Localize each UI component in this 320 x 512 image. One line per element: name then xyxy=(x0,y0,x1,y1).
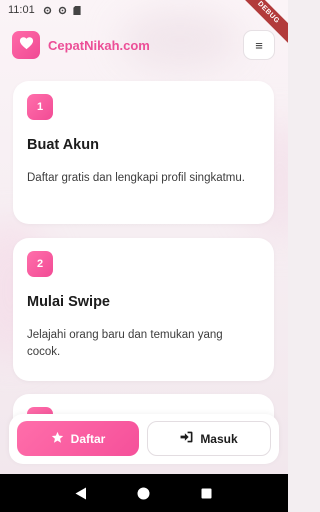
brand-name[interactable]: CepatNikah.com xyxy=(48,38,150,53)
settings-icon xyxy=(58,6,67,15)
app-header: CepatNikah.com ≡ xyxy=(0,20,288,70)
system-nav-bar xyxy=(0,474,288,512)
heart-icon xyxy=(19,36,34,55)
hamburger-icon: ≡ xyxy=(255,37,263,53)
sign-in-icon xyxy=(180,431,193,446)
status-bar: 11:01 xyxy=(0,0,288,20)
settings-icon xyxy=(43,6,52,15)
menu-button[interactable]: ≡ xyxy=(243,30,275,60)
back-icon[interactable] xyxy=(74,486,88,500)
step-title: Mulai Swipe xyxy=(27,294,110,310)
step-number-badge: 2 xyxy=(27,251,53,277)
register-button[interactable]: Daftar xyxy=(17,421,139,456)
step-title: Buat Akun xyxy=(27,137,99,153)
sd-card-icon xyxy=(73,5,82,15)
login-button[interactable]: Masuk xyxy=(147,421,271,456)
status-time: 11:01 xyxy=(8,4,35,16)
auth-action-bar: Daftar Masuk xyxy=(9,414,279,464)
login-label: Masuk xyxy=(200,431,238,446)
step-description: Daftar gratis dan lengkapi profil singka… xyxy=(27,172,245,184)
logo[interactable] xyxy=(12,31,40,59)
step-card: 1 Buat Akun Daftar gratis dan lengkapi p… xyxy=(13,81,274,224)
recents-icon[interactable] xyxy=(200,486,214,500)
register-label: Daftar xyxy=(70,431,106,446)
app-screen: 11:01 DEBUG CepatNikah.com ≡ 1 Buat Akun… xyxy=(0,0,288,512)
step-description: Jelajahi orang baru dan temukan yang coc… xyxy=(27,329,223,358)
star-icon xyxy=(51,431,64,447)
step-number-badge: 1 xyxy=(27,94,53,120)
step-card: 2 Mulai Swipe Jelajahi orang baru dan te… xyxy=(13,238,274,381)
home-icon[interactable] xyxy=(137,486,151,500)
